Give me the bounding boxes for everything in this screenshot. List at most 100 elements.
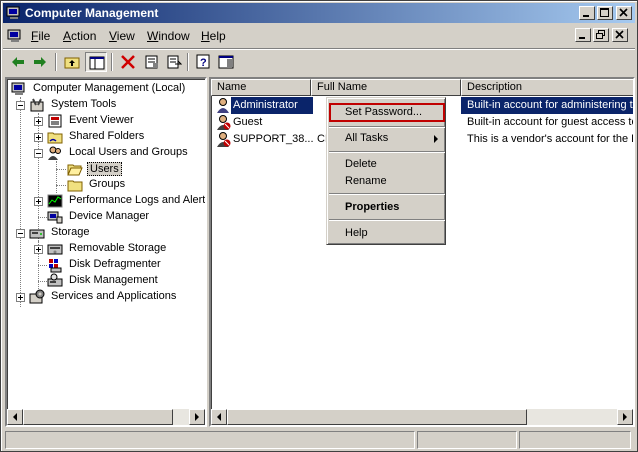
system-tools-icon	[30, 98, 44, 112]
toolbar: ?	[3, 48, 635, 74]
tree-label: Shared Folders	[69, 130, 145, 142]
device-manager-icon	[47, 211, 63, 224]
scroll-thumb[interactable]	[227, 409, 527, 425]
menu-item-set-password[interactable]: Set Password...	[329, 103, 445, 122]
forward-button[interactable]	[29, 52, 51, 72]
menu-separator	[329, 219, 445, 221]
tree-guide-line	[38, 217, 47, 218]
submenu-arrow-icon	[434, 135, 438, 143]
svg-text:?: ?	[200, 57, 207, 69]
details-horizontal-scrollbar[interactable]	[211, 409, 633, 425]
tree-label: Disk Management	[69, 274, 158, 286]
menu-item-rename[interactable]: Rename	[330, 173, 444, 190]
toolbar-separator	[111, 53, 113, 71]
disk-management-icon	[47, 273, 63, 287]
back-button[interactable]	[7, 52, 29, 72]
window-title: Computer Management	[25, 6, 159, 20]
user-name-cell: SUPPORT_38...	[233, 133, 314, 145]
folder-icon	[67, 180, 83, 192]
tree-guide-line	[38, 265, 47, 266]
delete-button[interactable]	[117, 52, 139, 72]
console-tree-pane[interactable]: Computer Management (Local) System Tools…	[5, 77, 207, 427]
menu-window[interactable]: Window	[147, 29, 190, 43]
menu-item-delete[interactable]: Delete	[330, 156, 444, 173]
console-window-icon[interactable]	[7, 28, 23, 44]
tree-guide-line	[56, 185, 66, 186]
expand-toggle[interactable]	[16, 293, 25, 302]
maximize-button[interactable]	[597, 6, 613, 20]
tree-label: Computer Management (Local)	[33, 82, 186, 94]
expand-toggle[interactable]	[34, 245, 43, 254]
expand-toggle[interactable]	[34, 117, 43, 126]
help-button[interactable]: ?	[193, 52, 215, 72]
properties-button[interactable]	[141, 52, 163, 72]
column-header-description[interactable]: Description	[461, 79, 633, 96]
tree-label: Performance Logs and Alerts	[69, 194, 207, 206]
menu-item-all-tasks[interactable]: All Tasks	[330, 130, 444, 147]
close-button[interactable]	[616, 6, 632, 20]
help-icon: ?	[196, 54, 210, 69]
child-restore-button[interactable]	[593, 28, 609, 42]
tree-label: Disk Defragmenter	[69, 258, 161, 270]
users-groups-icon	[48, 146, 61, 160]
show-hide-action-pane-button[interactable]	[215, 52, 237, 72]
child-close-button[interactable]	[612, 28, 628, 42]
show-hide-tree-button[interactable]	[85, 52, 107, 72]
menu-item-properties[interactable]: Properties	[330, 199, 444, 216]
description-cell: Built-in account for administering th	[467, 99, 635, 111]
collapse-toggle[interactable]	[16, 229, 25, 238]
arrow-right-icon	[623, 413, 627, 421]
scroll-left-button[interactable]	[7, 409, 23, 425]
open-folder-icon	[67, 164, 83, 176]
status-cell	[417, 431, 517, 449]
tree-label: System Tools	[51, 98, 117, 110]
disabled-user-icon	[217, 132, 231, 147]
user-name-cell: Guest	[233, 116, 263, 128]
tree-label: Removable Storage	[69, 242, 167, 254]
child-minimize-button[interactable]	[575, 28, 591, 42]
menu-separator	[329, 151, 445, 153]
menu-item-help[interactable]: Help	[330, 225, 444, 242]
menu-help[interactable]: Help	[201, 29, 226, 43]
menu-action[interactable]: Action	[63, 29, 96, 43]
tree-label: Services and Applications	[51, 290, 177, 302]
scroll-right-button[interactable]	[189, 409, 205, 425]
tree-label: Local Users and Groups	[69, 146, 188, 158]
child-window-controls	[575, 28, 631, 44]
tree-guide-line	[20, 97, 21, 307]
column-header-full-name[interactable]: Full Name	[311, 79, 461, 96]
menu-file[interactable]: File	[31, 29, 50, 43]
context-menu: Set Password... All Tasks Delete Rename …	[326, 97, 446, 245]
title-bar[interactable]: Computer Management	[3, 3, 635, 23]
properties-icon	[145, 55, 158, 69]
tree-label: Storage	[51, 226, 90, 238]
export-list-button[interactable]	[163, 52, 185, 72]
user-icon	[217, 98, 229, 113]
performance-logs-icon	[47, 194, 63, 208]
menu-view[interactable]: View	[109, 29, 135, 43]
forward-arrow-icon	[34, 57, 46, 67]
arrow-left-icon	[13, 413, 17, 421]
computer-management-app-icon	[6, 6, 20, 19]
toolbar-separator	[187, 53, 189, 71]
removable-storage-icon	[47, 244, 63, 255]
tree-label: Event Viewer	[69, 114, 134, 126]
minimize-button[interactable]	[579, 6, 595, 20]
show-hide-action-pane-icon	[218, 55, 234, 69]
expand-toggle[interactable]	[34, 197, 43, 206]
tree-label: Device Manager	[69, 210, 150, 222]
up-one-level-button[interactable]	[61, 52, 83, 72]
description-cell: Built-in account for guest access to	[467, 116, 635, 128]
show-hide-tree-icon	[89, 56, 105, 70]
user-name-cell: Administrator	[233, 99, 298, 111]
expand-toggle[interactable]	[34, 133, 43, 142]
column-header-name[interactable]: Name	[211, 79, 311, 96]
collapse-toggle[interactable]	[34, 149, 43, 158]
computer-icon	[11, 82, 25, 95]
shared-folder-icon	[47, 132, 63, 144]
scroll-left-button[interactable]	[211, 409, 227, 425]
tree-horizontal-scrollbar[interactable]	[7, 409, 205, 425]
scroll-right-button[interactable]	[617, 409, 633, 425]
collapse-toggle[interactable]	[16, 101, 25, 110]
scroll-thumb[interactable]	[23, 409, 173, 425]
